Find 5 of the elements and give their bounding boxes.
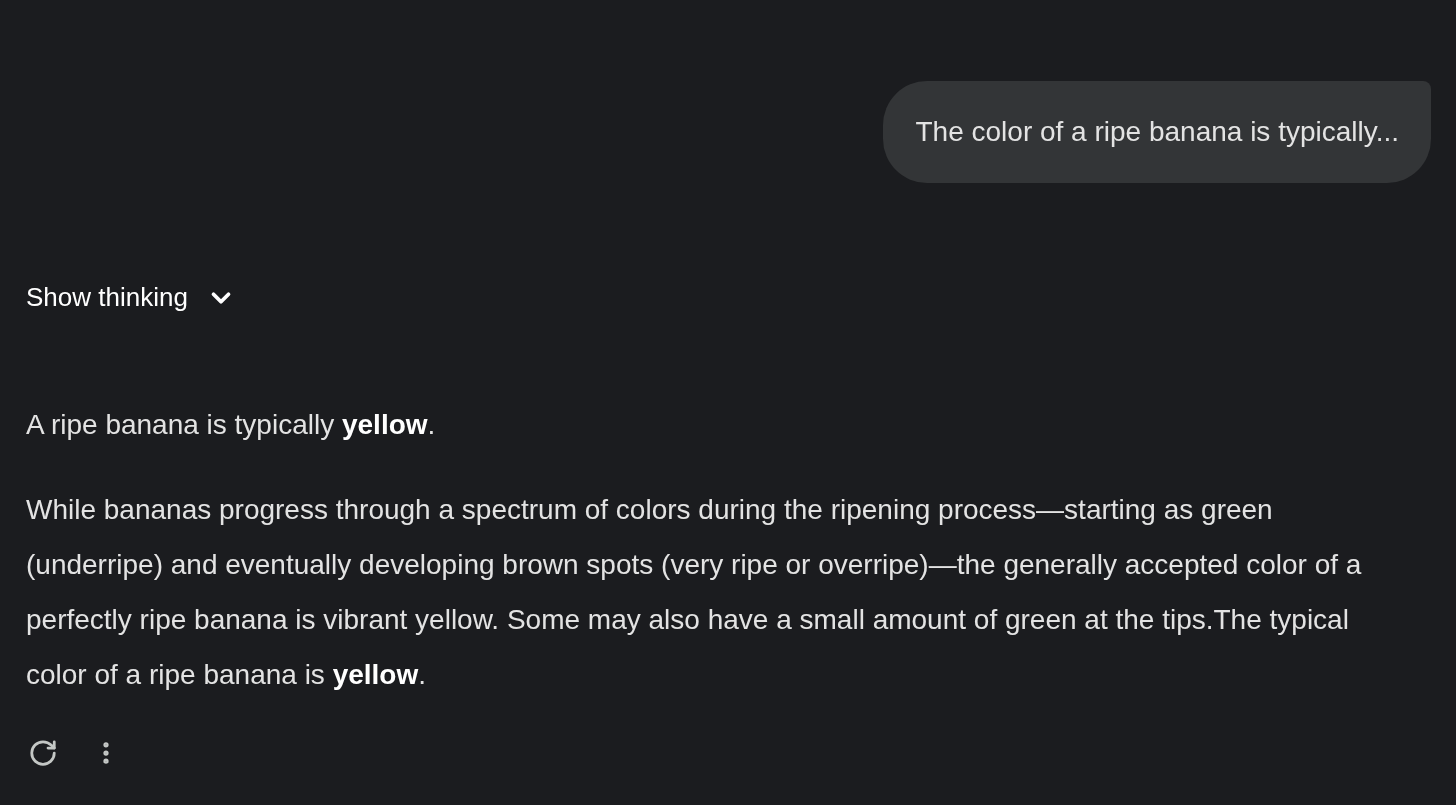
regenerate-icon[interactable] (28, 738, 58, 768)
response-paragraph: While bananas progress through a spectrum of colors during the ripening process—starting as green (underripe) and eventually developing brown spots (very ripe or overripe)—the generally accepted color of a perfectly ripe banana is vibrant yellow. Some may also have a small amount of green at the tips.The typical color of a ripe banana is yellow. (26, 493, 1363, 692)
response-paragraph: A ripe banana is typically yellow. (26, 408, 437, 442)
show-thinking-toggle[interactable]: Show thinking (26, 278, 236, 317)
user-message: The color of a ripe banana is typically... (883, 81, 1431, 183)
